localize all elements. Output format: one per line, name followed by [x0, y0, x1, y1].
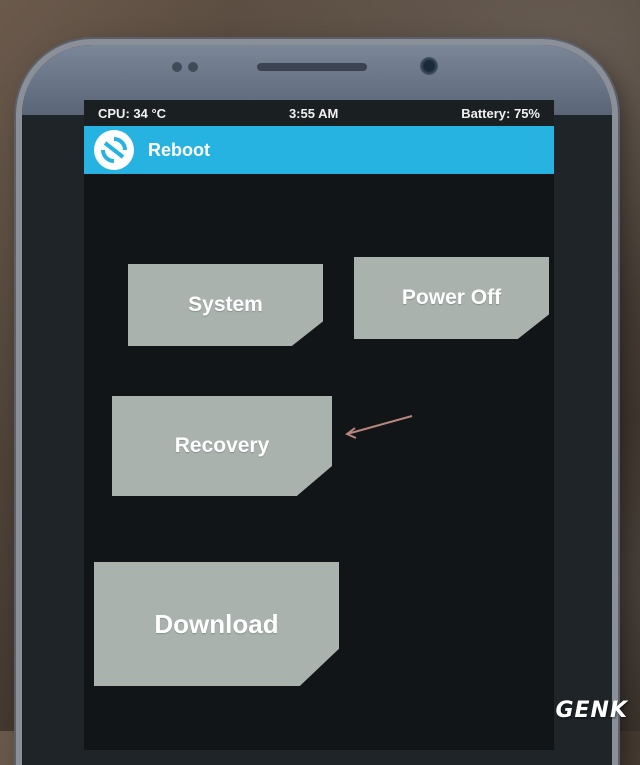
page-title: Reboot [148, 139, 210, 160]
system-button[interactable]: System [128, 264, 323, 346]
annotation-arrow-icon [345, 415, 413, 439]
download-button-label: Download [154, 608, 279, 639]
earpiece-speaker [257, 63, 367, 71]
status-bar: CPU: 34 °C 3:55 AM Battery: 75% [84, 100, 554, 126]
power-off-button[interactable]: Power Off [354, 257, 549, 339]
phone-screen: CPU: 34 °C 3:55 AM Battery: 75% Reboot S… [84, 100, 554, 750]
front-camera-icon [420, 57, 438, 75]
watermark-logo: GENK [555, 698, 628, 723]
clock: 3:55 AM [288, 105, 339, 121]
battery-status: Battery: 75% [461, 105, 540, 121]
power-off-button-label: Power Off [401, 286, 502, 309]
header-bar: Reboot [84, 126, 554, 174]
reboot-options: System Power Off Recovery Download [84, 174, 554, 750]
recovery-button[interactable]: Recovery [112, 396, 332, 496]
sensor-dot [172, 62, 182, 72]
sensor-dot [188, 62, 198, 72]
system-button-label: System [188, 293, 263, 316]
recovery-button-label: Recovery [174, 434, 270, 457]
cpu-temperature: CPU: 34 °C [98, 105, 167, 121]
twrp-logo-icon [94, 130, 134, 170]
phone-device: CPU: 34 °C 3:55 AM Battery: 75% Reboot S… [22, 45, 612, 765]
download-button[interactable]: Download [94, 562, 339, 686]
